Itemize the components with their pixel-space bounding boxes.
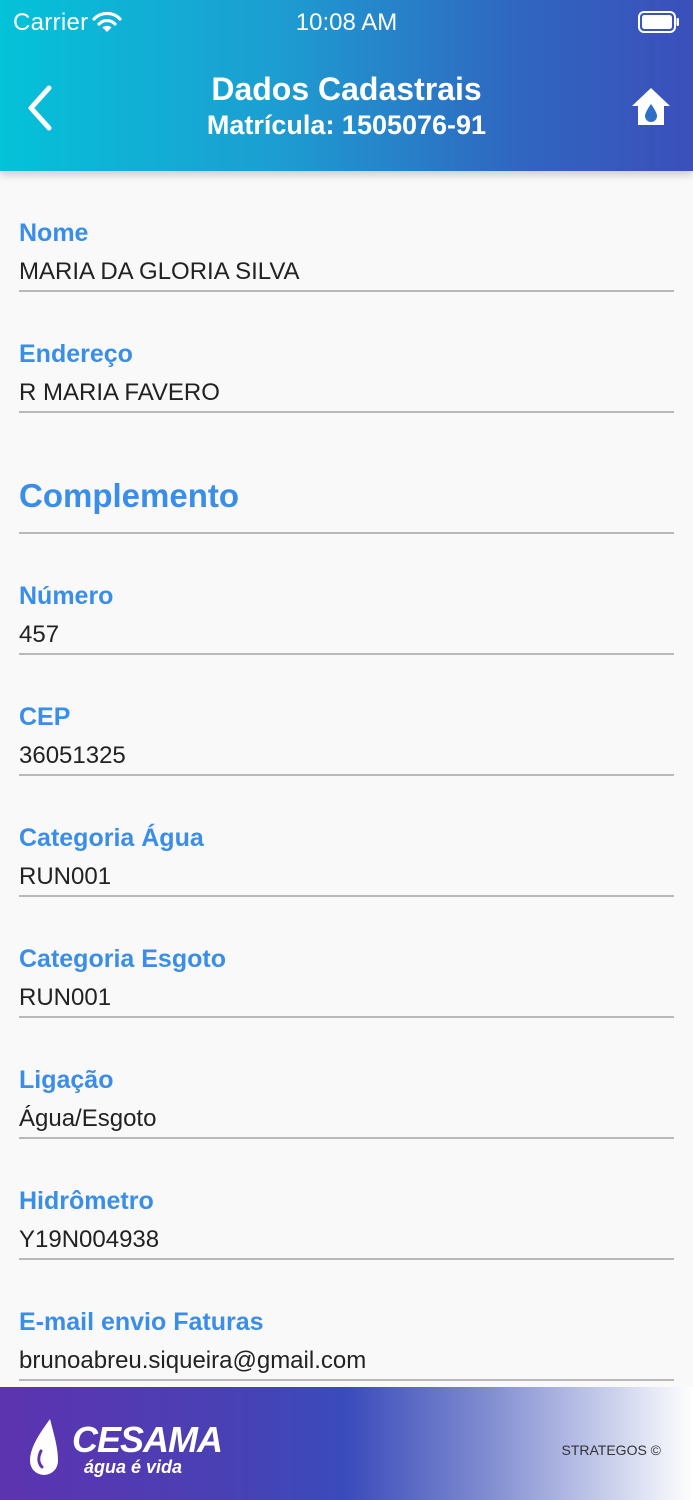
logo-name: CESAMA (72, 1419, 223, 1460)
field-value: Y19N004938 (19, 1226, 160, 1253)
header: Carrier 10:08 AM Dados Cadastrais Matríc… (0, 0, 693, 171)
page-title: Dados Cadastrais (211, 71, 482, 107)
field-value: 36051325 (19, 742, 126, 769)
field-value: 457 (19, 621, 60, 648)
status-bar: Carrier 10:08 AM (0, 0, 693, 48)
field-value: MARIA DA GLORIA SILVA (19, 258, 300, 285)
field-label: E-mail envio Faturas (19, 1308, 264, 1336)
battery-icon (638, 11, 679, 33)
developer-credit: STRATEGOS © (561, 1442, 661, 1458)
field-email-faturas: E-mail envio Faturas brunoabreu.siqueira… (19, 1260, 674, 1381)
field-label: Hidrômetro (19, 1187, 154, 1215)
field-cep: CEP 36051325 (19, 655, 674, 776)
field-value: RUN001 (19, 863, 112, 890)
field-categoria-agua: Categoria Água RUN001 (19, 776, 674, 897)
title-block: Dados Cadastrais Matrícula: 1505076-91 (0, 70, 693, 142)
field-value: R MARIA FAVERO (19, 379, 220, 406)
field-categoria-esgoto: Categoria Esgoto RUN001 (19, 897, 674, 1018)
section-complemento: Complemento (19, 413, 674, 534)
field-ligacao: Ligação Água/Esgoto (19, 1018, 674, 1139)
field-label: CEP (19, 703, 71, 731)
field-label: Categoria Esgoto (19, 945, 226, 973)
field-label: Categoria Água (19, 824, 204, 852)
field-value: RUN001 (19, 984, 112, 1011)
clock: 10:08 AM (295, 9, 398, 36)
field-nome: Nome MARIA DA GLORIA SILVA (19, 171, 674, 292)
field-label: Endereço (19, 340, 133, 368)
water-drop-icon (30, 1419, 58, 1475)
dados-cadastrais-screen: Carrier 10:08 AM Dados Cadastrais Matríc… (0, 0, 693, 1500)
registration-number: Matrícula: 1505076-91 (206, 110, 487, 140)
field-value: brunoabreu.siqueira@gmail.com (19, 1347, 367, 1374)
home-button[interactable] (628, 84, 674, 130)
field-value: Água/Esgoto (19, 1105, 157, 1132)
field-numero: Número 457 (19, 534, 674, 655)
footer: CESAMA água é vida STRATEGOS © (0, 1387, 693, 1500)
field-hidrometro: Hidrômetro Y19N004938 (19, 1139, 674, 1260)
cesama-logo: CESAMA água é vida (28, 1413, 223, 1483)
field-endereco: Endereço R MARIA FAVERO (19, 292, 674, 413)
field-label: Ligação (19, 1066, 114, 1094)
section-heading: Complemento (19, 477, 240, 514)
field-label: Nome (19, 219, 89, 247)
logo-tagline: água é vida (84, 1457, 183, 1477)
field-label: Número (19, 582, 114, 610)
